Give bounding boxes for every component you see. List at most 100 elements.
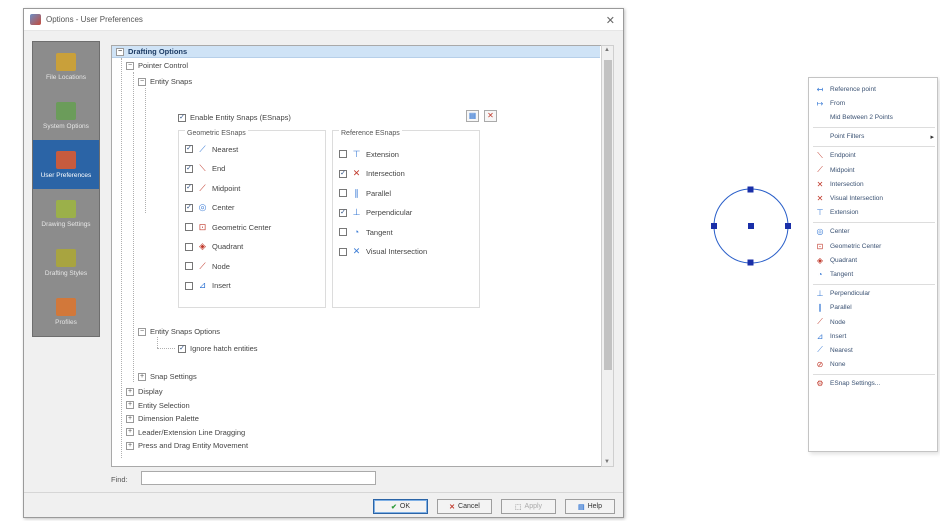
menu-item-node[interactable]: ⟋ Node xyxy=(809,315,937,329)
grip-center[interactable] xyxy=(748,223,754,229)
quadrant-checkbox[interactable] xyxy=(185,242,193,251)
center-checkbox[interactable]: ✓ xyxy=(185,203,193,212)
nav-item-file-locations[interactable]: File Locations xyxy=(33,42,99,91)
tree-item-leader-extension-line-dragging[interactable]: + Leader/Extension Line Dragging xyxy=(126,428,245,437)
nav-item-drafting-styles[interactable]: Drafting Styles xyxy=(33,238,99,287)
collapse-toggle[interactable]: − xyxy=(116,47,124,56)
menu-item-geometric-center[interactable]: ⊡ Geometric Center xyxy=(809,239,937,253)
tree-item-snap-settings[interactable]: + Snap Settings xyxy=(138,372,197,381)
nav-item-user-preferences[interactable]: User Preferences xyxy=(33,140,99,189)
enable-entity-snaps[interactable]: ✓ Enable Entity Snaps (ESnaps) xyxy=(178,113,291,122)
collapse-toggle[interactable]: − xyxy=(138,77,146,86)
menu-item-esnap-settings[interactable]: ⚙ ESnap Settings... xyxy=(809,377,937,391)
expand-toggle[interactable]: + xyxy=(126,428,134,436)
tree-item-entity-selection[interactable]: + Entity Selection xyxy=(126,401,190,410)
expand-toggle[interactable]: + xyxy=(126,387,134,396)
tree-item-dimension-palette[interactable]: + Dimension Palette xyxy=(126,414,199,423)
esnap-midpoint[interactable]: ✓ ⟋ Midpoint xyxy=(185,183,240,193)
ignore-hatch-entities[interactable]: ✓ Ignore hatch entities xyxy=(178,344,258,353)
grip-top[interactable] xyxy=(747,186,754,193)
esnap-perpendicular[interactable]: ✓ ⊥ Perpendicular xyxy=(339,207,412,218)
help-button[interactable]: ▤ Help xyxy=(565,499,615,514)
visual-intersection-checkbox[interactable] xyxy=(339,247,347,256)
cancel-button[interactable]: ✕ Cancel xyxy=(437,499,492,514)
menu-item-extension[interactable]: ⊤ Extension xyxy=(809,206,937,220)
menu-item-from[interactable]: ↦ From xyxy=(809,96,937,110)
menu-item-tangent[interactable]: ◔ Tangent xyxy=(809,267,937,281)
nearest-checkbox[interactable]: ✓ xyxy=(185,145,193,153)
tree-item-press-and-drag-entity-movement[interactable]: + Press and Drag Entity Movement xyxy=(126,441,248,450)
extension-checkbox[interactable] xyxy=(339,150,347,158)
perpendicular-checkbox[interactable]: ✓ xyxy=(339,208,347,217)
nav-item-system-options[interactable]: System Options xyxy=(33,91,99,140)
esnap-extension[interactable]: ⊤ Extension xyxy=(339,149,399,159)
esnap-settings-icon: ⚙ xyxy=(816,379,824,389)
esnap-quadrant[interactable]: ◈ Quadrant xyxy=(185,241,243,252)
tree-item-entity-snaps-options[interactable]: − Entity Snaps Options xyxy=(138,327,220,336)
tree-item-display[interactable]: + Display xyxy=(126,387,163,396)
esnap-tangent[interactable]: ◔ Tangent xyxy=(339,227,393,237)
menu-item-label: Reference point xyxy=(830,85,876,93)
scroll-up-icon[interactable]: ▲ xyxy=(604,47,610,53)
menu-item-none[interactable]: ⊘ None xyxy=(809,358,937,372)
menu-item-parallel[interactable]: ∥ Parallel xyxy=(809,301,937,315)
dialog-titlebar: Options - User Preferences ✕ xyxy=(24,9,623,31)
apply-button[interactable]: ⬚ Apply xyxy=(501,499,556,514)
clear-all-snaps-icon[interactable]: ✕ xyxy=(484,110,497,122)
find-input[interactable] xyxy=(141,471,376,485)
esnap-end[interactable]: ✓ ⟍ End xyxy=(185,163,226,174)
close-icon[interactable]: ✕ xyxy=(606,14,615,27)
tree-scrollbar[interactable]: ▲ ▼ xyxy=(601,45,614,467)
collapse-toggle[interactable]: − xyxy=(138,327,146,336)
tree-item-drafting-options[interactable]: − Drafting Options xyxy=(112,46,600,58)
tangent-checkbox[interactable] xyxy=(339,228,347,236)
esnap-nearest[interactable]: ✓ ⟋ Nearest xyxy=(185,144,238,154)
end-checkbox[interactable]: ✓ xyxy=(185,164,193,173)
parallel-checkbox[interactable] xyxy=(339,189,347,197)
ignore-hatch-checkbox[interactable]: ✓ xyxy=(178,344,186,353)
scroll-down-icon[interactable]: ▼ xyxy=(604,459,610,465)
tree-item-entity-snaps[interactable]: − Entity Snaps xyxy=(138,77,192,86)
menu-item-mid-between-2-points[interactable]: Mid Between 2 Points xyxy=(809,110,937,124)
tree-item-pointer-control[interactable]: − Pointer Control xyxy=(126,61,188,70)
esnap-context-menu: ↤ Reference point ↦ From Mid Between 2 Point… xyxy=(808,77,938,452)
esnap-geometric-center[interactable]: ⊡ Geometric Center xyxy=(185,222,271,232)
grip-right[interactable] xyxy=(785,223,791,229)
menu-item-point-filters[interactable]: Point Filters ▸ xyxy=(809,130,937,144)
menu-item-reference-point[interactable]: ↤ Reference point xyxy=(809,82,937,96)
nav-item-drawing-settings[interactable]: Drawing Settings xyxy=(33,189,99,238)
esnap-visual-intersection[interactable]: ✕ Visual Intersection xyxy=(339,246,427,257)
expand-toggle[interactable]: + xyxy=(126,401,134,409)
geometric-center-checkbox[interactable] xyxy=(185,223,193,231)
esnap-node[interactable]: ⟋ Node xyxy=(185,261,230,271)
esnap-insert[interactable]: ⊿ Insert xyxy=(185,280,231,291)
esnap-center[interactable]: ✓ ◎ Center xyxy=(185,202,235,213)
esnap-intersection[interactable]: ✓ ✕ Intersection xyxy=(339,168,405,179)
menu-item-midpoint[interactable]: ⟋ Midpoint xyxy=(809,163,937,177)
insert-checkbox[interactable] xyxy=(185,281,193,290)
menu-item-insert[interactable]: ⊿ Insert xyxy=(809,329,937,343)
menu-item-quadrant[interactable]: ◈ Quadrant xyxy=(809,253,937,267)
intersection-checkbox[interactable]: ✓ xyxy=(339,169,347,178)
midpoint-checkbox[interactable]: ✓ xyxy=(185,184,193,192)
grip-left[interactable] xyxy=(711,223,717,229)
select-all-snaps-icon[interactable]: ▦ xyxy=(466,110,479,122)
grip-bottom[interactable] xyxy=(747,259,754,266)
menu-item-perpendicular[interactable]: ⊥ Perpendicular xyxy=(809,287,937,301)
ok-button[interactable]: ✔ OK xyxy=(373,499,428,514)
menu-item-nearest[interactable]: ⟋ Nearest xyxy=(809,343,937,357)
esnap-parallel[interactable]: ∥ Parallel xyxy=(339,188,391,198)
node-checkbox[interactable] xyxy=(185,262,193,270)
esnap-label: End xyxy=(212,164,226,173)
expand-toggle[interactable]: + xyxy=(126,441,134,450)
menu-item-visual-intersection[interactable]: ✕ Visual Intersection xyxy=(809,191,937,205)
menu-item-endpoint[interactable]: ⟍ Endpoint xyxy=(809,149,937,163)
nav-item-profiles[interactable]: Profiles xyxy=(33,287,99,336)
menu-item-intersection[interactable]: ✕ Intersection xyxy=(809,177,937,191)
menu-item-center[interactable]: ◎ Center xyxy=(809,225,937,239)
expand-toggle[interactable]: + xyxy=(126,414,134,423)
collapse-toggle[interactable]: − xyxy=(126,61,134,70)
enable-snaps-checkbox[interactable]: ✓ xyxy=(178,113,186,122)
scrollbar-thumb[interactable] xyxy=(604,60,612,370)
expand-toggle[interactable]: + xyxy=(138,372,146,381)
